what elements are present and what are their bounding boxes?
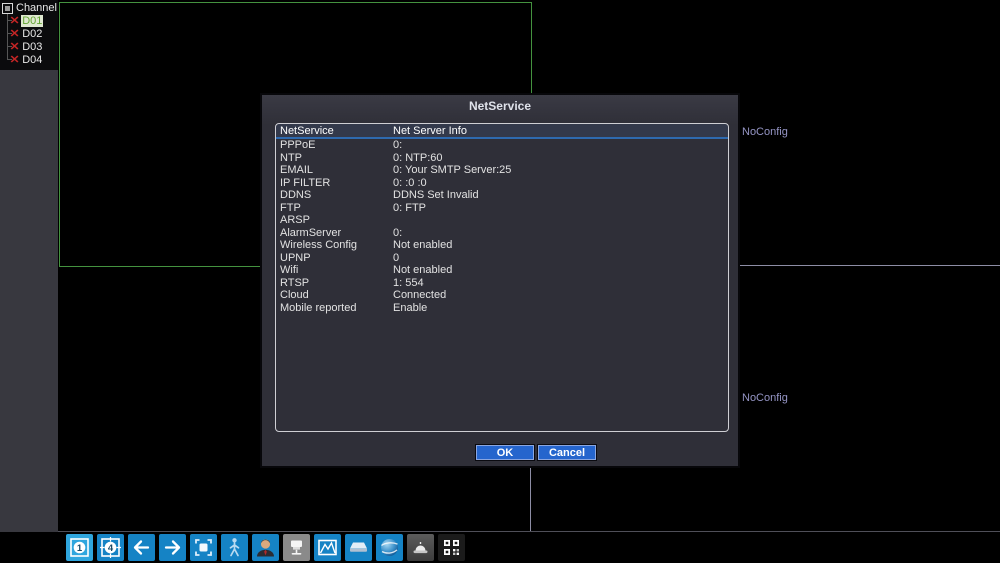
- channel-tree: Channel ✕ D01 ✕ D02 ✕ D03 ✕ D04: [0, 0, 58, 70]
- quad-view-button[interactable]: 4: [97, 534, 124, 561]
- channel-item-d03[interactable]: ✕ D03: [10, 41, 43, 53]
- avatar-icon: [252, 534, 279, 561]
- bottom-toolbar: 1 4: [66, 534, 465, 561]
- service-name: Wireless Config: [276, 239, 393, 251]
- service-name: NTP: [276, 152, 393, 164]
- alarm-bell-icon: [407, 534, 434, 561]
- table-row-cloud[interactable]: Cloud Connected: [276, 289, 728, 302]
- single-view-icon: 1: [66, 534, 93, 561]
- output-adjust-button[interactable]: [345, 534, 372, 561]
- service-info: DDNS Set Invalid: [393, 189, 728, 201]
- quad-view-icon: 4: [97, 534, 124, 561]
- table-row-ftp[interactable]: FTP 0: FTP: [276, 202, 728, 215]
- previous-channel-button[interactable]: [128, 534, 155, 561]
- qr-code-icon: [438, 534, 465, 561]
- table-row-alarmserver[interactable]: AlarmServer 0:: [276, 227, 728, 240]
- table-row-arsp[interactable]: ARSP: [276, 214, 728, 227]
- service-name: AlarmServer: [276, 227, 393, 239]
- toolbar-divider: [58, 531, 1000, 532]
- walking-person-icon: [221, 534, 248, 561]
- table-row-ipfilter[interactable]: IP FILTER 0: :0 :0: [276, 177, 728, 190]
- table-row-pppoe[interactable]: PPPoE 0:: [276, 139, 728, 152]
- service-info: 0:: [393, 227, 728, 239]
- channel-tree-icon: [2, 3, 13, 14]
- service-name: DDNS: [276, 189, 393, 201]
- channel-item-d04[interactable]: ✕ D04: [10, 54, 43, 66]
- service-name: IP FILTER: [276, 177, 393, 189]
- red-x-icon: ✕: [10, 29, 20, 39]
- col-header-netservice: NetService: [276, 125, 393, 137]
- ok-button[interactable]: OK: [476, 445, 534, 460]
- table-row-ntp[interactable]: NTP 0: NTP:60: [276, 152, 728, 165]
- service-info: 0: NTP:60: [393, 152, 728, 164]
- noconfig-label-top-right: NoConfig: [742, 126, 788, 138]
- table-row-ddns[interactable]: DDNS DDNS Set Invalid: [276, 189, 728, 202]
- cancel-button[interactable]: Cancel: [538, 445, 596, 460]
- record-frame-icon: [190, 534, 217, 561]
- service-name: EMAIL: [276, 164, 393, 176]
- arrow-right-icon: [159, 534, 186, 561]
- table-row-upnp[interactable]: UPNP 0: [276, 252, 728, 265]
- service-name: Cloud: [276, 289, 393, 301]
- single-view-button[interactable]: 1: [66, 534, 93, 561]
- network-button[interactable]: [376, 534, 403, 561]
- channel-item-d02[interactable]: ✕ D02: [10, 28, 43, 40]
- channel-label: D01: [21, 15, 43, 27]
- service-info: Not enabled: [393, 264, 728, 276]
- alarm-button[interactable]: [407, 534, 434, 561]
- service-info: 0: Your SMTP Server:25: [393, 164, 728, 176]
- channel-tree-title: Channel: [16, 2, 57, 14]
- motion-detect-button[interactable]: [221, 534, 248, 561]
- next-channel-button[interactable]: [159, 534, 186, 561]
- svg-text:4: 4: [108, 543, 114, 554]
- netservice-table: NetService Net Server Info PPPoE 0: NTP …: [275, 123, 729, 432]
- table-row-wirelessconfig[interactable]: Wireless Config Not enabled: [276, 239, 728, 252]
- record-mode-button[interactable]: [190, 534, 217, 561]
- svg-text:1: 1: [77, 543, 83, 554]
- red-x-icon: ✕: [10, 42, 20, 52]
- red-x-icon: ✕: [10, 16, 20, 26]
- service-info: 0:: [393, 139, 728, 151]
- intelligent-person-button[interactable]: [252, 534, 279, 561]
- ptz-camera-button[interactable]: [283, 534, 310, 561]
- table-row-email[interactable]: EMAIL 0: Your SMTP Server:25: [276, 164, 728, 177]
- red-x-icon: ✕: [10, 55, 20, 65]
- channel-tree-root[interactable]: Channel: [2, 2, 57, 14]
- channel-label: D03: [21, 41, 43, 53]
- col-header-netserverinfo: Net Server Info: [393, 125, 728, 137]
- noconfig-label-bottom-right: NoConfig: [742, 392, 788, 404]
- service-info: 1: 554: [393, 277, 728, 289]
- channel-item-d01[interactable]: ✕ D01: [10, 15, 43, 27]
- service-name: UPNP: [276, 252, 393, 264]
- dvr-screen: Channel ✕ D01 ✕ D02 ✕ D03 ✕ D04 NoConfig…: [0, 0, 1000, 563]
- service-name: Mobile reported: [276, 302, 393, 314]
- color-setting-button[interactable]: [314, 534, 341, 561]
- service-info: 0: FTP: [393, 202, 728, 214]
- service-name: ARSP: [276, 214, 393, 226]
- service-name: RTSP: [276, 277, 393, 289]
- service-info: Not enabled: [393, 239, 728, 251]
- laptop-icon: [345, 534, 372, 561]
- service-name: Wifi: [276, 264, 393, 276]
- camera-icon: [283, 534, 310, 561]
- service-info: 0: :0 :0: [393, 177, 728, 189]
- dialog-title: NetService: [262, 99, 738, 113]
- table-row-mobilereported[interactable]: Mobile reported Enable: [276, 302, 728, 315]
- service-name: PPPoE: [276, 139, 393, 151]
- globe-icon: [376, 534, 403, 561]
- service-info: Connected: [393, 289, 728, 301]
- channel-label: D04: [21, 54, 43, 66]
- sidebar-strip: [0, 0, 58, 532]
- channel-label: D02: [21, 28, 43, 40]
- qr-code-button[interactable]: [438, 534, 465, 561]
- service-info: 0: [393, 252, 728, 264]
- table-header-row: NetService Net Server Info: [276, 124, 728, 139]
- service-name: FTP: [276, 202, 393, 214]
- arrow-left-icon: [128, 534, 155, 561]
- table-row-wifi[interactable]: Wifi Not enabled: [276, 264, 728, 277]
- waveform-monitor-icon: [314, 534, 341, 561]
- service-info: Enable: [393, 302, 728, 314]
- table-row-rtsp[interactable]: RTSP 1: 554: [276, 277, 728, 290]
- netservice-dialog: NetService NetService Net Server Info PP…: [260, 93, 740, 468]
